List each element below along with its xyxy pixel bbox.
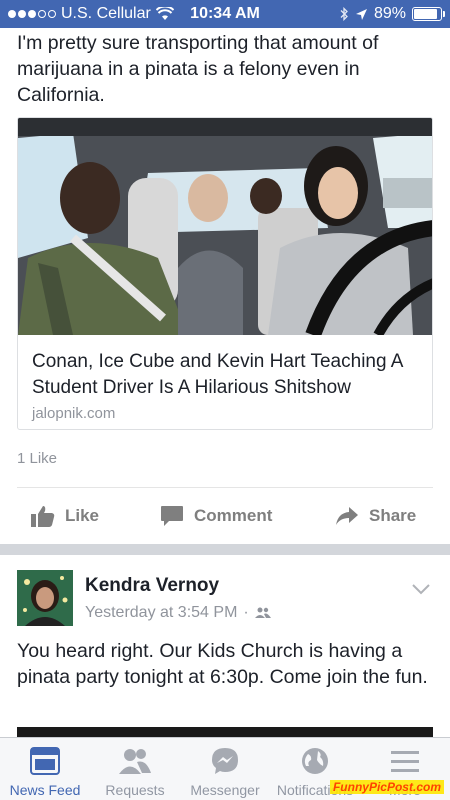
comment-button[interactable]: Comment [160, 505, 272, 527]
battery-percent: 89% [373, 5, 406, 22]
post-actions: Like Comment Share [0, 496, 450, 536]
post-meta: Yesterday at 3:54 PM · [85, 604, 271, 622]
comment-label: Comment [194, 506, 273, 525]
car-interior-photo [18, 118, 432, 335]
link-title[interactable]: Conan, Ice Cube and Kevin Hart Teaching … [32, 349, 418, 401]
friend-requests-icon [119, 749, 151, 774]
post-text: You heard right. Our Kids Church is havi… [17, 640, 428, 688]
post-author[interactable]: Kendra Vernoy [85, 575, 219, 597]
menu-icon [391, 751, 419, 772]
comment-icon [161, 506, 183, 526]
bluetooth-icon [340, 7, 348, 21]
link-domain: jalopnik.com [32, 405, 116, 422]
likes-count[interactable]: 1 Like [17, 450, 57, 467]
next-post-image-edge [17, 727, 433, 737]
watermark: FunnyPicPost.com [329, 780, 444, 794]
tab-label: Messenger [190, 782, 260, 798]
post-timestamp[interactable]: Yesterday at 3:54 PM [85, 604, 237, 622]
friends-icon [254, 607, 271, 618]
signal-strength-icon [8, 10, 56, 18]
tab-news-feed[interactable]: News Feed [0, 738, 90, 800]
avatar[interactable] [17, 570, 73, 626]
link-preview-card[interactable]: Conan, Ice Cube and Kevin Hart Teaching … [17, 117, 433, 430]
tab-requests[interactable]: Requests [90, 738, 180, 800]
share-button[interactable]: Share [335, 506, 416, 526]
share-arrow-icon [336, 507, 358, 525]
post-text: I'm pretty sure transporting that amount… [17, 32, 379, 106]
tab-messenger[interactable]: Messenger [180, 738, 270, 800]
thumbs-up-icon [31, 506, 55, 527]
feed-separator [0, 544, 450, 555]
location-arrow-icon [355, 8, 367, 20]
status-bar: U.S. Cellular 10:34 AM 89% [0, 0, 450, 28]
divider [17, 487, 433, 488]
chevron-down-icon[interactable] [410, 582, 432, 596]
share-label: Share [369, 506, 417, 525]
link-preview-image[interactable] [18, 118, 432, 335]
battery-icon [412, 7, 445, 21]
carrier-name: U.S. Cellular [61, 5, 151, 22]
like-button[interactable]: Like [31, 505, 99, 527]
meta-separator: · [243, 604, 249, 621]
wifi-icon [155, 7, 174, 20]
tab-label: Requests [105, 782, 165, 798]
news-feed-icon [30, 747, 60, 775]
like-label: Like [65, 506, 100, 525]
globe-icon [302, 748, 328, 774]
messenger-icon [212, 748, 238, 774]
tab-label: News Feed [9, 782, 81, 798]
